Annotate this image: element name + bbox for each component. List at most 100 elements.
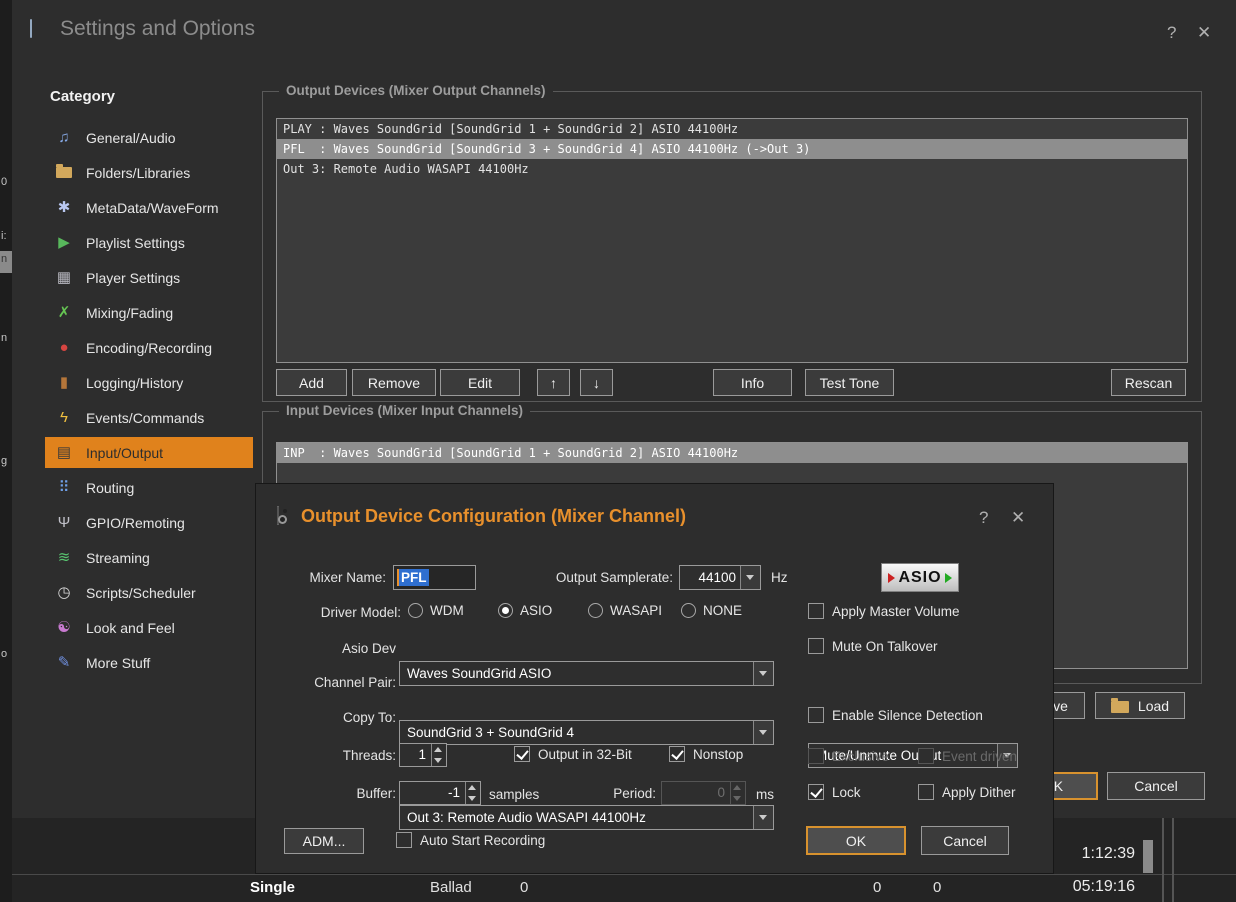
sidebar-item-general-audio[interactable]: ♫ General/Audio [45, 122, 253, 153]
output-devices-list[interactable]: PLAY : Waves SoundGrid [SoundGrid 1 + So… [276, 118, 1188, 363]
dialog-titlebar[interactable]: Output Device Configuration (Mixer Chann… [256, 484, 1053, 534]
cancel-button[interactable]: Cancel [1107, 772, 1205, 800]
sidebar-item-label: Input/Output [86, 445, 163, 461]
enable-silence-detection-checkbox[interactable]: Enable Silence Detection [808, 707, 983, 723]
clipped-text: o [1, 648, 7, 660]
nonstop-checkbox[interactable]: Nonstop [669, 746, 743, 762]
scrollbar-thumb[interactable] [1143, 840, 1153, 873]
apply-dither-checkbox[interactable]: Apply Dither [918, 784, 1016, 800]
add-button[interactable]: Add [276, 369, 347, 396]
sidebar-item-label: Mixing/Fading [86, 305, 173, 321]
move-up-button[interactable]: ↑ [537, 369, 570, 396]
down-arrow-icon[interactable] [432, 755, 446, 766]
sidebar-item-more-stuff[interactable]: ✎ More Stuff [45, 647, 253, 678]
auto-start-recording-checkbox[interactable]: Auto Start Recording [396, 832, 545, 848]
exclusive-checkbox: Exclusive [808, 748, 889, 764]
button-label: Info [741, 375, 764, 391]
checkbox-icon [918, 748, 934, 764]
dialog-ok-button[interactable]: OK [806, 826, 906, 855]
dialog-help-button[interactable]: ? [979, 508, 988, 528]
radio-wasapi[interactable]: WASAPI [588, 603, 662, 618]
output-device-row[interactable]: PLAY : Waves SoundGrid [SoundGrid 1 + So… [277, 119, 1187, 139]
column-divider [1162, 818, 1164, 902]
background-app-left-sliver: 0 i: n n g o [0, 0, 12, 902]
checkbox-icon [808, 638, 824, 654]
channel-pair-select[interactable]: SoundGrid 3 + SoundGrid 4 [399, 720, 774, 745]
checkbox-icon [918, 784, 934, 800]
info-button[interactable]: Info [713, 369, 792, 396]
move-down-button[interactable]: ↓ [580, 369, 613, 396]
sidebar-item-label: Player Settings [86, 270, 180, 286]
selected-value: Out 3: Remote Audio WASAPI 44100Hz [400, 810, 753, 825]
mixer-name-input[interactable]: PFL [393, 565, 476, 590]
load-button[interactable]: Load [1095, 692, 1185, 719]
down-arrow-icon: ↓ [593, 375, 600, 391]
remove-button[interactable]: Remove [352, 369, 436, 396]
test-tone-button[interactable]: Test Tone [805, 369, 894, 396]
up-arrow-icon[interactable] [432, 744, 446, 755]
asio-logo-text: ASIO [898, 569, 941, 587]
output-32bit-checkbox[interactable]: Output in 32-Bit [514, 746, 632, 762]
input-device-row-selected[interactable]: INP : Waves SoundGrid [SoundGrid 1 + Sou… [277, 443, 1187, 463]
rescan-button[interactable]: Rescan [1111, 369, 1186, 396]
output-device-config-dialog: Output Device Configuration (Mixer Chann… [255, 483, 1054, 874]
playlist-cell-count: 0 [520, 879, 528, 896]
stepper-arrows[interactable] [465, 782, 480, 804]
sidebar-item-mixing-fading[interactable]: ✗ Mixing/Fading [45, 297, 253, 328]
lock-checkbox[interactable]: Lock [808, 784, 861, 800]
button-label: Edit [468, 375, 492, 391]
sidebar-item-streaming[interactable]: ≋ Streaming [45, 542, 253, 573]
sidebar-item-encoding-recording[interactable]: ● Encoding/Recording [45, 332, 253, 363]
up-arrow-icon[interactable] [466, 782, 480, 793]
sidebar-item-logging-history[interactable]: ▮ Logging/History [45, 367, 253, 398]
asio-device-label: Asio Dev [271, 641, 396, 656]
sidebar-item-label: Events/Commands [86, 410, 204, 426]
clipped-text: n [1, 253, 7, 265]
apply-master-volume-checkbox[interactable]: Apply Master Volume [808, 603, 960, 619]
sidebar-item-gpio-remoting[interactable]: Ψ GPIO/Remoting [45, 507, 253, 538]
sidebar-item-metadata-waveform[interactable]: ✱ MetaData/WaveForm [45, 192, 253, 223]
dialog-cancel-button[interactable]: Cancel [921, 826, 1009, 855]
edit-button[interactable]: Edit [440, 369, 520, 396]
buffer-stepper[interactable]: -1 [399, 781, 481, 805]
radio-asio[interactable]: ASIO [498, 603, 552, 618]
sidebar-item-input-output[interactable]: ▤ Input/Output [45, 437, 253, 468]
sidebar-item-events-commands[interactable]: ϟ Events/Commands [45, 402, 253, 433]
sidebar-item-playlist-settings[interactable]: ▶ Playlist Settings [45, 227, 253, 258]
sidebar-item-routing[interactable]: ⠿ Routing [45, 472, 253, 503]
output-device-row[interactable]: Out 3: Remote Audio WASAPI 44100Hz [277, 159, 1187, 179]
radio-wdm[interactable]: WDM [408, 603, 464, 618]
sidebar-item-look-and-feel[interactable]: ☯ Look and Feel [45, 612, 253, 643]
stepper-arrows [730, 782, 745, 804]
mixer-name-label: Mixer Name: [271, 570, 386, 585]
button-label: Cancel [943, 833, 987, 849]
mute-on-talkover-checkbox[interactable]: Mute On Talkover [808, 638, 938, 654]
asio-device-select[interactable]: Waves SoundGrid ASIO [399, 661, 774, 686]
sidebar-item-label: Logging/History [86, 375, 183, 391]
samplerate-select[interactable]: 44100 [679, 565, 761, 590]
threads-stepper[interactable]: 1 [399, 743, 447, 767]
close-button[interactable]: ✕ [1197, 23, 1211, 43]
sidebar-item-player-settings[interactable]: ▦ Player Settings [45, 262, 253, 293]
playlist-icon: ▶ [55, 234, 73, 252]
chevron-down-icon [753, 806, 773, 829]
dialog-close-button[interactable]: ✕ [1011, 508, 1025, 528]
sidebar-item-label: Folders/Libraries [86, 165, 190, 181]
radio-none[interactable]: NONE [681, 603, 742, 618]
radio-circle-icon [498, 603, 513, 618]
down-arrow-icon[interactable] [466, 793, 480, 804]
sidebar-item-scripts-scheduler[interactable]: ◷ Scripts/Scheduler [45, 577, 253, 608]
category-header: Category [50, 88, 115, 105]
driver-model-label: Driver Model: [271, 605, 401, 620]
stepper-arrows[interactable] [431, 744, 446, 766]
copy-to-select[interactable]: Out 3: Remote Audio WASAPI 44100Hz [399, 805, 774, 830]
sidebar-item-label: Playlist Settings [86, 235, 185, 251]
radio-circle-icon [681, 603, 696, 618]
output-device-row-selected[interactable]: PFL : Waves SoundGrid [SoundGrid 3 + Sou… [277, 139, 1187, 159]
window-titlebar[interactable]: Settings and Options ? ✕ [12, 0, 1236, 52]
adm-button[interactable]: ADM... [284, 828, 364, 854]
period-stepper: 0 [661, 781, 746, 805]
checkbox-icon [808, 707, 824, 723]
sidebar-item-folders-libraries[interactable]: Folders/Libraries [45, 157, 253, 188]
help-button[interactable]: ? [1167, 23, 1176, 43]
